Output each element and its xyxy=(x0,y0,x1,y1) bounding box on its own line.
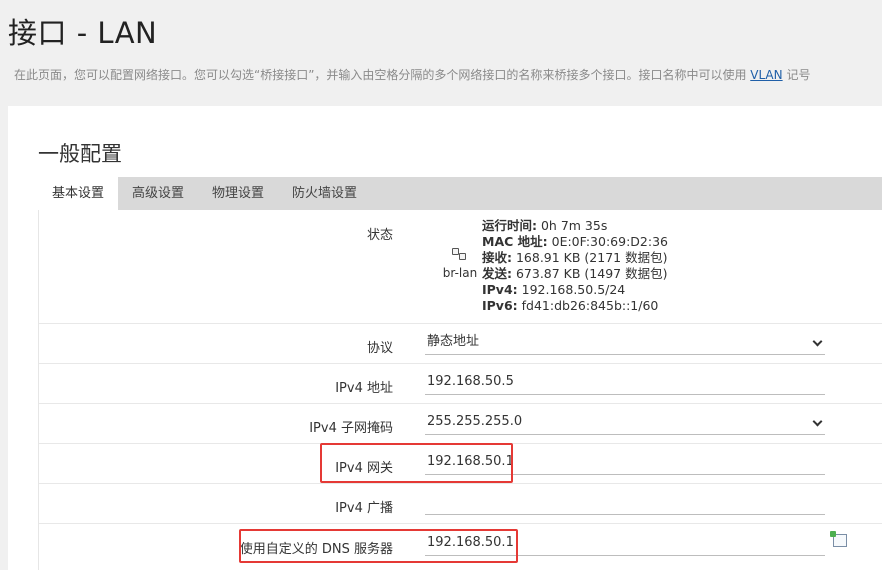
vlan-link[interactable]: VLAN xyxy=(750,68,782,82)
interface-badge: br-lan xyxy=(438,248,482,280)
status-ipv4: IPv4: 192.168.50.5/24 xyxy=(482,282,626,297)
tab-firewall-settings[interactable]: 防火墙设置 xyxy=(278,177,371,210)
protocol-label: 协议 xyxy=(366,341,393,356)
ipv4-netmask-row: IPv4 子网掩码 255.255.255.0 xyxy=(39,404,882,444)
ipv4-address-input[interactable]: 192.168.50.5 xyxy=(425,369,825,395)
tab-advanced-settings[interactable]: 高级设置 xyxy=(118,177,198,210)
section-title: 一般配置 xyxy=(38,142,122,166)
ipv4-broadcast-label: IPv4 广播 xyxy=(335,501,393,516)
status-ipv6: IPv6: fd41:db26:845b::1/60 xyxy=(482,298,659,313)
ipv4-address-row: IPv4 地址 192.168.50.5 xyxy=(39,364,882,404)
interface-name: br-lan xyxy=(442,266,478,280)
highlight-dns xyxy=(239,529,518,563)
ipv4-broadcast-input[interactable] xyxy=(425,489,825,515)
status-details: 运行时间: 0h 7m 35s MAC 地址: 0E:0F:30:69:D2:3… xyxy=(482,218,668,314)
protocol-select[interactable]: 静态地址 xyxy=(425,329,825,355)
status-label: 状态 xyxy=(366,228,393,243)
status-uptime: 运行时间: 0h 7m 35s xyxy=(482,218,608,233)
status-row: 状态 br-lan 运行时间: 0h 7m 35s MAC 地址: 0E:0F:… xyxy=(39,210,882,324)
protocol-value: 静态地址 xyxy=(427,334,480,349)
tab-basic-settings[interactable]: 基本设置 xyxy=(38,177,119,210)
status-mac: MAC 地址: 0E:0F:30:69:D2:36 xyxy=(482,234,668,249)
protocol-row: 协议 静态地址 xyxy=(39,324,882,364)
ipv4-netmask-label: IPv4 子网掩码 xyxy=(309,421,393,436)
page-description-text: 在此页面，您可以配置网络接口。您可以勾选“桥接接口”，并输入由空格分隔的多个网络… xyxy=(14,68,751,82)
status-rx: 接收: 168.91 KB (2171 数据包) xyxy=(482,250,668,265)
chevron-down-icon xyxy=(812,416,823,427)
network-bridge-icon xyxy=(452,248,468,262)
tab-bar: 基本设置 高级设置 物理设置 防火墙设置 xyxy=(38,177,882,210)
page-title: 接口 - LAN xyxy=(8,16,158,50)
status-tx: 发送: 673.87 KB (1497 数据包) xyxy=(482,266,668,281)
tab-physical-settings[interactable]: 物理设置 xyxy=(198,177,278,210)
ipv4-netmask-select[interactable]: 255.255.255.0 xyxy=(425,409,825,435)
ipv4-broadcast-row: IPv4 广播 xyxy=(39,484,882,524)
ipv4-netmask-value: 255.255.255.0 xyxy=(427,414,523,429)
chevron-down-icon xyxy=(812,336,823,347)
highlight-gateway xyxy=(320,443,513,483)
add-entry-icon[interactable] xyxy=(830,531,847,547)
page-description-suffix: 记号 xyxy=(782,68,811,82)
ipv4-address-label: IPv4 地址 xyxy=(335,381,393,396)
basic-settings-panel: 状态 br-lan 运行时间: 0h 7m 35s MAC 地址: 0E:0F:… xyxy=(38,210,882,570)
page-description: 在此页面，您可以配置网络接口。您可以勾选“桥接接口”，并输入由空格分隔的多个网络… xyxy=(14,66,810,83)
